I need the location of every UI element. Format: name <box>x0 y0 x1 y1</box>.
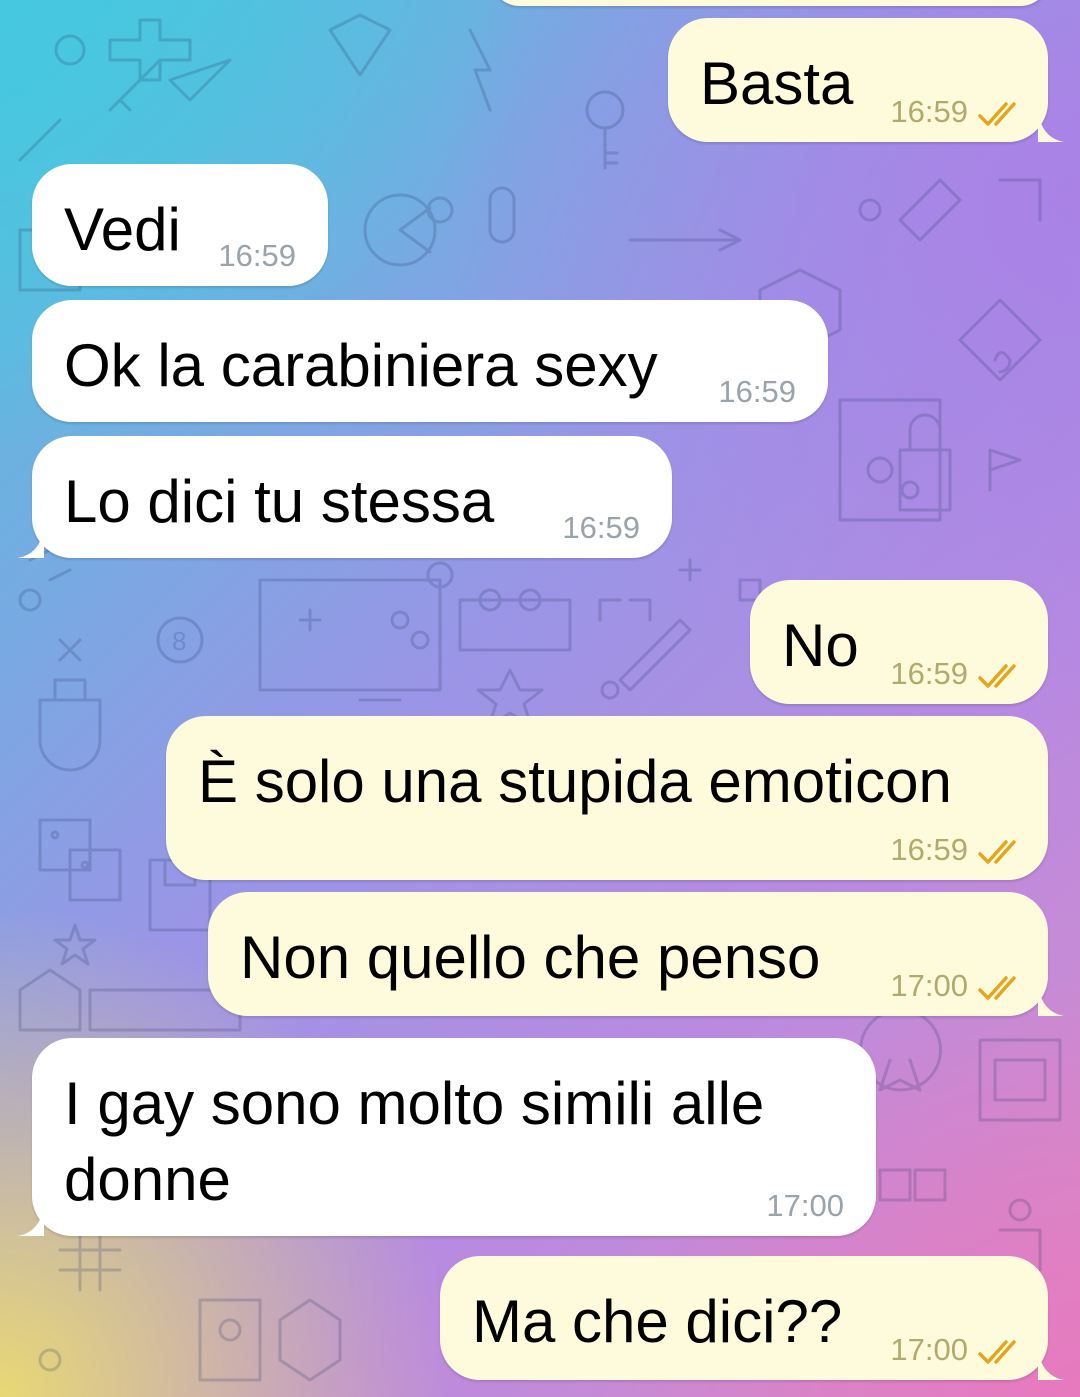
double-check-icon <box>978 102 1016 126</box>
message-text: No <box>782 612 859 679</box>
bubble-tail <box>1038 112 1064 142</box>
double-check-icon <box>978 664 1016 688</box>
message-text: Non quello che penso <box>240 924 821 991</box>
message-time: 16:59 <box>890 832 968 867</box>
message-meta: 16:59 <box>890 656 1026 692</box>
bubble-tail <box>1038 986 1064 1016</box>
message-time: 17:00 <box>766 1188 844 1223</box>
message-bubble-incoming[interactable]: Vedi 16:59 <box>32 164 328 286</box>
message-text: Ok la carabiniera sexy <box>64 332 658 399</box>
message-text-line2: donne <box>64 1146 231 1213</box>
message-bubble-incoming[interactable]: I gay sono molto simili alle donne 17:00 <box>32 1038 876 1236</box>
message-bubble-outgoing[interactable]: È solo una stupida emoticon 16:59 <box>166 716 1048 880</box>
message-time: 17:00 <box>890 968 968 1003</box>
message-time: 16:59 <box>562 510 640 545</box>
message-bubble-outgoing[interactable]: Basta 16:59 <box>668 18 1048 142</box>
double-check-icon <box>978 840 1016 864</box>
message-time: 16:59 <box>890 94 968 129</box>
svg-text:8: 8 <box>172 626 186 656</box>
double-check-icon <box>978 976 1016 1000</box>
message-time: 16:59 <box>218 238 296 273</box>
message-text: Vedi <box>64 196 181 263</box>
message-time: 17:00 <box>890 1332 968 1367</box>
message-meta: 17:00 <box>890 1332 1026 1368</box>
message-time: 16:59 <box>718 374 796 409</box>
message-bubble-outgoing[interactable]: Non quello che penso 17:00 <box>208 892 1048 1016</box>
message-bubble-outgoing[interactable]: Ma che dici?? 17:00 <box>440 1256 1048 1380</box>
message-meta: 16:59 <box>890 832 1026 868</box>
message-bubble-incoming[interactable]: Lo dici tu stessa 16:59 <box>32 436 672 558</box>
bubble-tail <box>18 528 44 558</box>
message-text-line1: I gay sono molto simili alle <box>64 1070 765 1137</box>
bubble-tail <box>18 1206 44 1236</box>
message-text: Lo dici tu stessa <box>64 468 495 535</box>
message-bubble-incoming[interactable]: Ok la carabiniera sexy 16:59 <box>32 300 828 422</box>
message-time: 16:59 <box>890 656 968 691</box>
message-text: Basta <box>700 50 854 117</box>
message-meta: 17:00 <box>890 968 1026 1004</box>
message-text: È solo una stupida emoticon <box>198 748 952 815</box>
previous-message-bubble-edge <box>490 0 1050 6</box>
bubble-tail <box>1038 1350 1064 1380</box>
message-meta: 16:59 <box>890 94 1026 130</box>
message-text: Ma che dici?? <box>472 1288 843 1355</box>
double-check-icon <box>978 1340 1016 1364</box>
message-bubble-outgoing[interactable]: No 16:59 <box>750 580 1048 704</box>
